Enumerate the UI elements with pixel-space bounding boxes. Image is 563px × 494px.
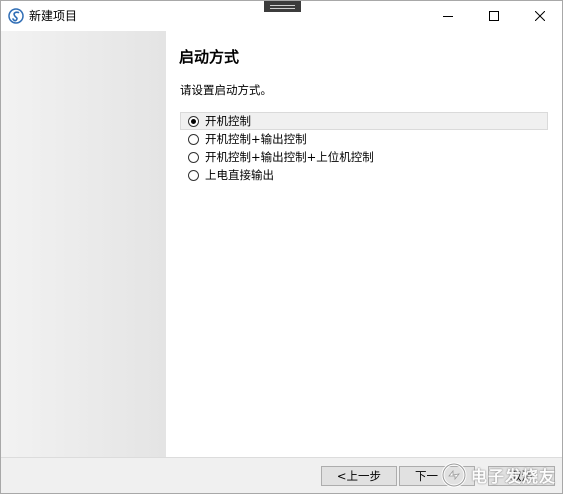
option-power-on-control[interactable]: 开机控制 <box>180 112 548 130</box>
radio-button[interactable] <box>188 151 199 163</box>
app-logo-icon <box>8 8 24 24</box>
radio-button[interactable] <box>188 115 199 127</box>
startup-mode-options: 开机控制 开机控制+输出控制 开机控制+输出控制+上位机控制 上电直接输出 <box>180 112 548 184</box>
minimize-icon <box>443 16 453 17</box>
option-power-on-output-control[interactable]: 开机控制+输出控制 <box>180 130 548 148</box>
drag-handle[interactable] <box>264 1 301 12</box>
maximize-button[interactable] <box>471 1 517 31</box>
radio-button[interactable] <box>188 169 199 181</box>
close-button[interactable] <box>517 1 562 31</box>
window-title: 新建项目 <box>29 9 78 23</box>
page-title: 启动方式 <box>179 48 240 66</box>
option-label: 上电直接输出 <box>205 168 274 182</box>
new-project-window: 新建项目 启动方式 请设置启动方式。 开机控制 开机控制+输出控制 开机控制+输… <box>0 0 563 494</box>
maximize-icon <box>489 11 499 21</box>
option-power-on-output-host-control[interactable]: 开机控制+输出控制+上位机控制 <box>180 148 548 166</box>
option-label: 开机控制 <box>205 114 251 128</box>
minimize-button[interactable] <box>425 1 471 31</box>
option-label: 开机控制+输出控制+上位机控制 <box>205 150 374 164</box>
close-icon <box>535 11 545 21</box>
option-direct-output-on-power[interactable]: 上电直接输出 <box>180 166 548 184</box>
cancel-button[interactable]: 取消 <box>488 466 555 486</box>
instruction-text: 请设置启动方式。 <box>180 83 272 97</box>
button-bar: <上一步 下一 取消 <box>1 457 562 493</box>
wizard-sidebar <box>1 31 166 457</box>
next-button[interactable]: 下一 <box>399 466 475 486</box>
back-button[interactable]: <上一步 <box>321 466 397 486</box>
option-label: 开机控制+输出控制 <box>205 132 307 146</box>
title-bar[interactable]: 新建项目 <box>1 1 562 31</box>
radio-button[interactable] <box>188 133 199 145</box>
wizard-content: 启动方式 请设置启动方式。 开机控制 开机控制+输出控制 开机控制+输出控制+上… <box>166 31 562 457</box>
